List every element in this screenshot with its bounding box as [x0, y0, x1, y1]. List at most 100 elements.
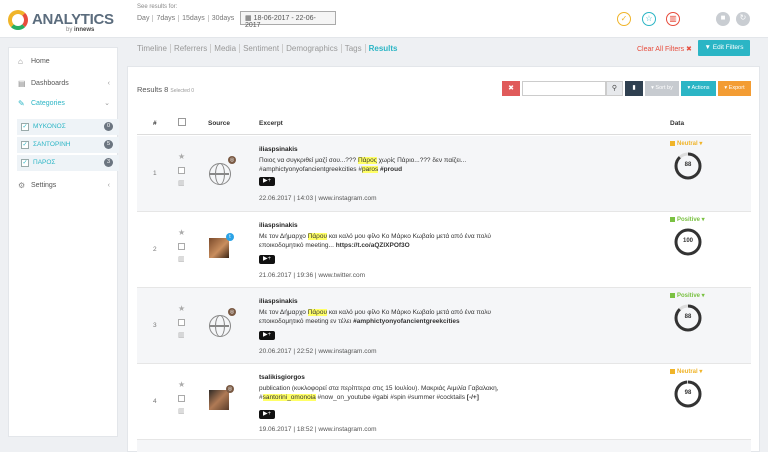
globe-icon — [209, 315, 231, 337]
trash-icon[interactable]: ▥ — [178, 179, 185, 187]
category-item-santorini[interactable]: ✓ ΣΑΝΤΟΡΙΝΗ 5 — [17, 137, 119, 153]
row-number: 4 — [153, 398, 157, 405]
post-meta: 20.06.2017 | 22:52 | www.instagram.com — [259, 348, 377, 355]
category-label: ΜΥΚΟΝΟΣ — [33, 123, 66, 130]
author-name[interactable]: iliaspsinakis — [259, 222, 298, 229]
row-number: 1 — [153, 170, 157, 177]
checkbox[interactable]: ✓ — [21, 123, 29, 131]
export-button[interactable]: ▾ Export — [718, 81, 751, 96]
tab-tags[interactable]: Tags — [342, 44, 366, 53]
results-panel: Results 8 Selected 0 ✖ ⚲ ▮ ▾ Sort by ▾ A… — [127, 66, 760, 452]
sentiment-dropdown[interactable]: Positive ▾ — [670, 292, 705, 299]
score-value: 98 — [684, 390, 692, 396]
star-icon[interactable]: ☆ — [642, 12, 656, 26]
sort-by-button[interactable]: ▾ Sort by — [645, 81, 679, 96]
book-icon[interactable]: ▮ — [625, 81, 643, 96]
row-checkbox[interactable] — [178, 243, 185, 250]
range-day[interactable]: Day — [137, 15, 154, 22]
range-15days[interactable]: 15days — [179, 15, 209, 22]
add-tag-button[interactable]: ▶+ — [259, 410, 275, 419]
excerpt-text: Ποιος να συγκριθεί μαζί σου...??? Πάρος … — [259, 157, 467, 173]
star-icon[interactable]: ★ — [178, 380, 185, 389]
tab-demographics[interactable]: Demographics — [283, 44, 342, 53]
col-num: # — [153, 120, 157, 127]
row-checkbox[interactable] — [178, 319, 185, 326]
author-name[interactable]: iliaspsinakis — [259, 298, 298, 305]
clear-all-filters-link[interactable]: Clear All Filters ✖ — [637, 45, 692, 53]
refresh-icon[interactable]: ↻ — [736, 12, 750, 26]
highlight: Πάρου — [307, 309, 328, 316]
range-7days[interactable]: 7days — [153, 15, 180, 22]
add-tag-button[interactable]: ▶+ — [259, 177, 275, 186]
col-excerpt: Excerpt — [259, 120, 283, 127]
instagram-icon: ◎ — [228, 156, 236, 164]
square-icon[interactable]: ■ — [716, 12, 730, 26]
sidebar: ⌂ Home ▤ Dashboards ‹ ✎ Categories ⌄ ✓ Μ… — [8, 47, 119, 437]
sidebar-item-categories[interactable]: ✎ Categories ⌄ — [9, 94, 119, 114]
actions-button[interactable]: ▾ Actions — [681, 81, 716, 96]
table-row: 4 ★ ▥ ◎ tsalikisgiorgos publication (κυκ… — [137, 364, 751, 440]
dashboard-icon: ▤ — [18, 79, 26, 88]
tab-results[interactable]: Results — [366, 44, 401, 53]
table-row: 3 ★ ▥ ◎ iliaspsinakis Με τον Δήμαρχο Πάρ… — [137, 288, 751, 364]
sentiment-dropdown[interactable]: Positive ▾ — [670, 216, 705, 223]
sidebar-item-label: Settings — [31, 182, 57, 189]
chevron-left-icon: ‹ — [107, 182, 110, 189]
sidebar-item-dashboards[interactable]: ▤ Dashboards ‹ — [9, 74, 119, 94]
row-checkbox[interactable] — [178, 395, 185, 402]
sidebar-item-settings[interactable]: ⚙ Settings ‹ — [9, 176, 119, 196]
search-icon[interactable]: ⚲ — [606, 81, 623, 96]
star-icon[interactable]: ★ — [178, 304, 185, 313]
check-icon[interactable]: ✓ — [617, 12, 631, 26]
star-icon[interactable]: ★ — [178, 228, 185, 237]
category-label: ΣΑΝΤΟΡΙΝΗ — [33, 141, 71, 148]
highlight: Πάρος — [357, 157, 377, 164]
add-tag-button[interactable]: ▶+ — [259, 255, 275, 264]
logo-ring-icon — [8, 10, 28, 30]
sentiment-dropdown[interactable]: Neutral ▾ — [670, 368, 702, 375]
tab-referrers[interactable]: Referrers — [171, 44, 212, 53]
tab-media[interactable]: Media — [211, 44, 241, 53]
star-icon[interactable]: ★ — [178, 152, 185, 161]
row-checkbox[interactable] — [178, 167, 185, 174]
sidebar-item-home[interactable]: ⌂ Home — [9, 52, 119, 72]
table-row: 1 ★ ▥ ◎ iliaspsinakis Ποιος να συγκριθεί… — [137, 136, 751, 212]
sidebar-item-label: Categories — [31, 100, 65, 107]
analytics-logo[interactable]: ANALYTICS by innews — [8, 8, 118, 34]
date-range-picker[interactable]: ▦ 18-06-2017 - 22-06-2017 — [240, 11, 336, 29]
category-item-mykonos[interactable]: ✓ ΜΥΚΟΝΟΣ 0 — [17, 119, 119, 135]
trash-icon[interactable]: ▥ — [178, 407, 185, 415]
search-input[interactable] — [522, 81, 606, 96]
chevron-left-icon: ‹ — [107, 80, 110, 87]
category-item-paros[interactable]: ✓ ΠΑΡΟΣ 3 — [17, 155, 119, 171]
globe-icon — [209, 163, 231, 185]
date-range-value: 18-06-2017 - 22-06-2017 — [245, 15, 316, 29]
trash-icon[interactable]: ▥ — [178, 331, 185, 339]
tab-timeline[interactable]: Timeline — [137, 44, 171, 53]
trash-icon[interactable]: ▥ — [666, 12, 680, 26]
logo-subtitle: by innews — [66, 27, 95, 33]
author-name[interactable]: iliaspsinakis — [259, 146, 298, 153]
avatar — [209, 390, 229, 410]
selected-count: Selected 0 — [170, 88, 194, 94]
twitter-icon: t — [226, 233, 234, 241]
avatar — [209, 238, 229, 258]
select-all-checkbox[interactable] — [178, 118, 186, 126]
edit-filters-button[interactable]: ▼ Edit Filters — [698, 40, 750, 56]
sidebar-item-label: Dashboards — [31, 80, 69, 87]
add-tag-button[interactable]: ▶+ — [259, 331, 275, 340]
score-value: 88 — [684, 162, 692, 168]
checkbox[interactable]: ✓ — [21, 141, 29, 149]
range-30days[interactable]: 30days — [209, 15, 238, 22]
trash-icon[interactable]: ▥ — [178, 255, 185, 263]
instagram-icon: ◎ — [228, 308, 236, 316]
category-label: ΠΑΡΟΣ — [33, 159, 56, 166]
table-row: 2 ★ ▥ t iliaspsinakis Με τον Δήμαρχο Πάρ… — [137, 212, 751, 288]
author-name[interactable]: tsalikisgiorgos — [259, 374, 305, 381]
clear-search-button[interactable]: ✖ — [502, 81, 520, 96]
sentiment-dropdown[interactable]: Neutral ▾ — [670, 140, 702, 147]
checkbox[interactable]: ✓ — [21, 159, 29, 167]
highlight: santorini_omonoia — [262, 394, 316, 401]
results-count: Results 8 Selected 0 — [137, 85, 194, 94]
tab-sentiment[interactable]: Sentiment — [240, 44, 284, 53]
